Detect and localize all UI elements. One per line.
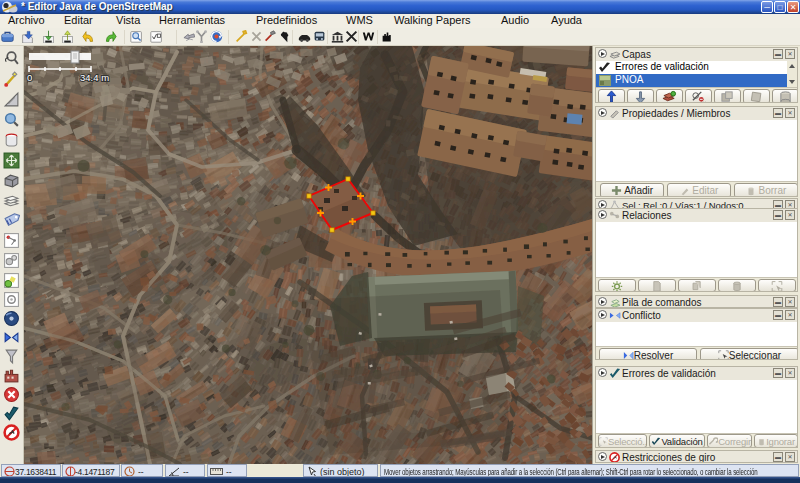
svg-text:34.4 m: 34.4 m [80,72,109,83]
svg-text:0: 0 [27,72,32,83]
